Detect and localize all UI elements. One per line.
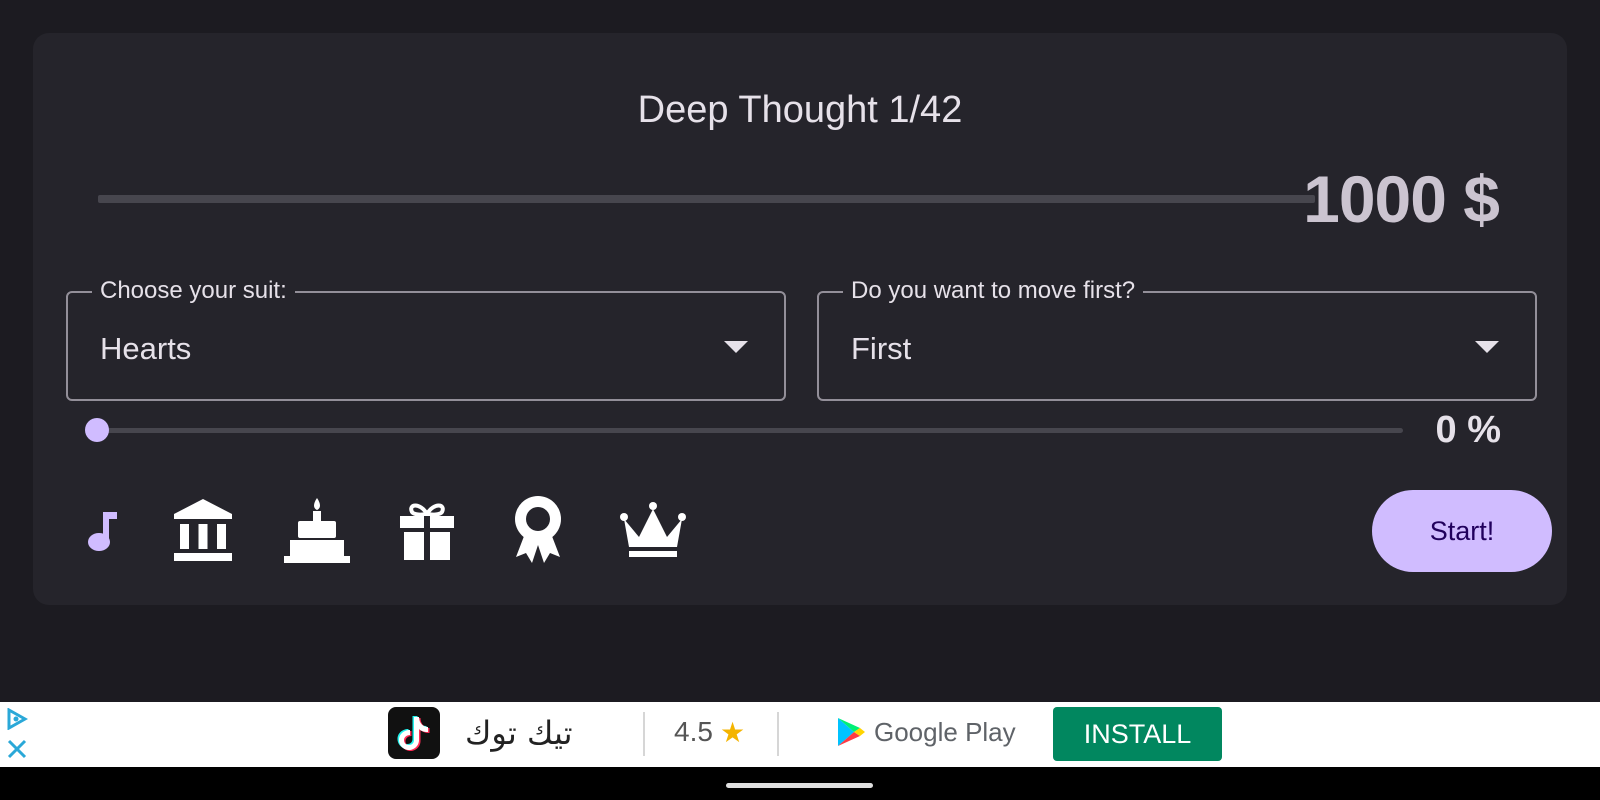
suit-dropdown[interactable]: Choose your suit: Hearts: [66, 277, 786, 401]
google-play-icon: [838, 718, 865, 746]
ad-divider: [643, 712, 645, 756]
move-first-dropdown-value: First: [851, 331, 912, 366]
star-icon: ★: [720, 717, 746, 748]
cake-icon[interactable]: [279, 490, 355, 570]
google-play-label: Google Play: [874, 716, 1016, 747]
move-first-dropdown-label: Do you want to move first?: [843, 277, 1144, 305]
install-button[interactable]: INSTALL: [1053, 707, 1222, 761]
move-first-dropdown[interactable]: Do you want to move first? First: [817, 277, 1537, 401]
ad-banner[interactable]: تيك توك 4.5 ★ Google Play INSTALL: [0, 702, 1600, 767]
ad-divider: [777, 712, 779, 756]
chevron-down-icon: [1475, 341, 1499, 353]
google-play-badge[interactable]: Google Play: [836, 716, 1016, 748]
game-setup-card: Deep Thought 1/42 1000 $ Choose your sui…: [33, 33, 1567, 605]
ad-rating: 4.5: [674, 716, 713, 747]
crown-icon[interactable]: [615, 490, 691, 570]
suit-dropdown-value: Hearts: [100, 331, 192, 366]
balance-amount: 1000 $: [1303, 162, 1500, 236]
page-title: Deep Thought 1/42: [637, 89, 963, 131]
start-button[interactable]: Start!: [1372, 490, 1552, 572]
bet-slider-thumb[interactable]: [85, 418, 109, 442]
ad-choices-icon[interactable]: [6, 707, 29, 735]
close-icon[interactable]: [6, 738, 28, 765]
award-ribbon-icon[interactable]: [500, 490, 576, 570]
ad-app-name[interactable]: تيك توك: [465, 714, 573, 752]
tiktok-app-icon[interactable]: [388, 707, 440, 759]
music-note-icon[interactable]: [63, 490, 139, 570]
bank-icon[interactable]: [165, 490, 241, 570]
bet-slider-value: 0 %: [1435, 409, 1501, 451]
chevron-down-icon: [724, 341, 748, 353]
gift-icon[interactable]: [389, 490, 465, 570]
balance-progress-bar: [98, 195, 1315, 203]
suit-dropdown-label: Choose your suit:: [92, 277, 295, 305]
bet-slider-track[interactable]: [97, 428, 1403, 433]
home-gesture-handle[interactable]: [726, 783, 873, 788]
